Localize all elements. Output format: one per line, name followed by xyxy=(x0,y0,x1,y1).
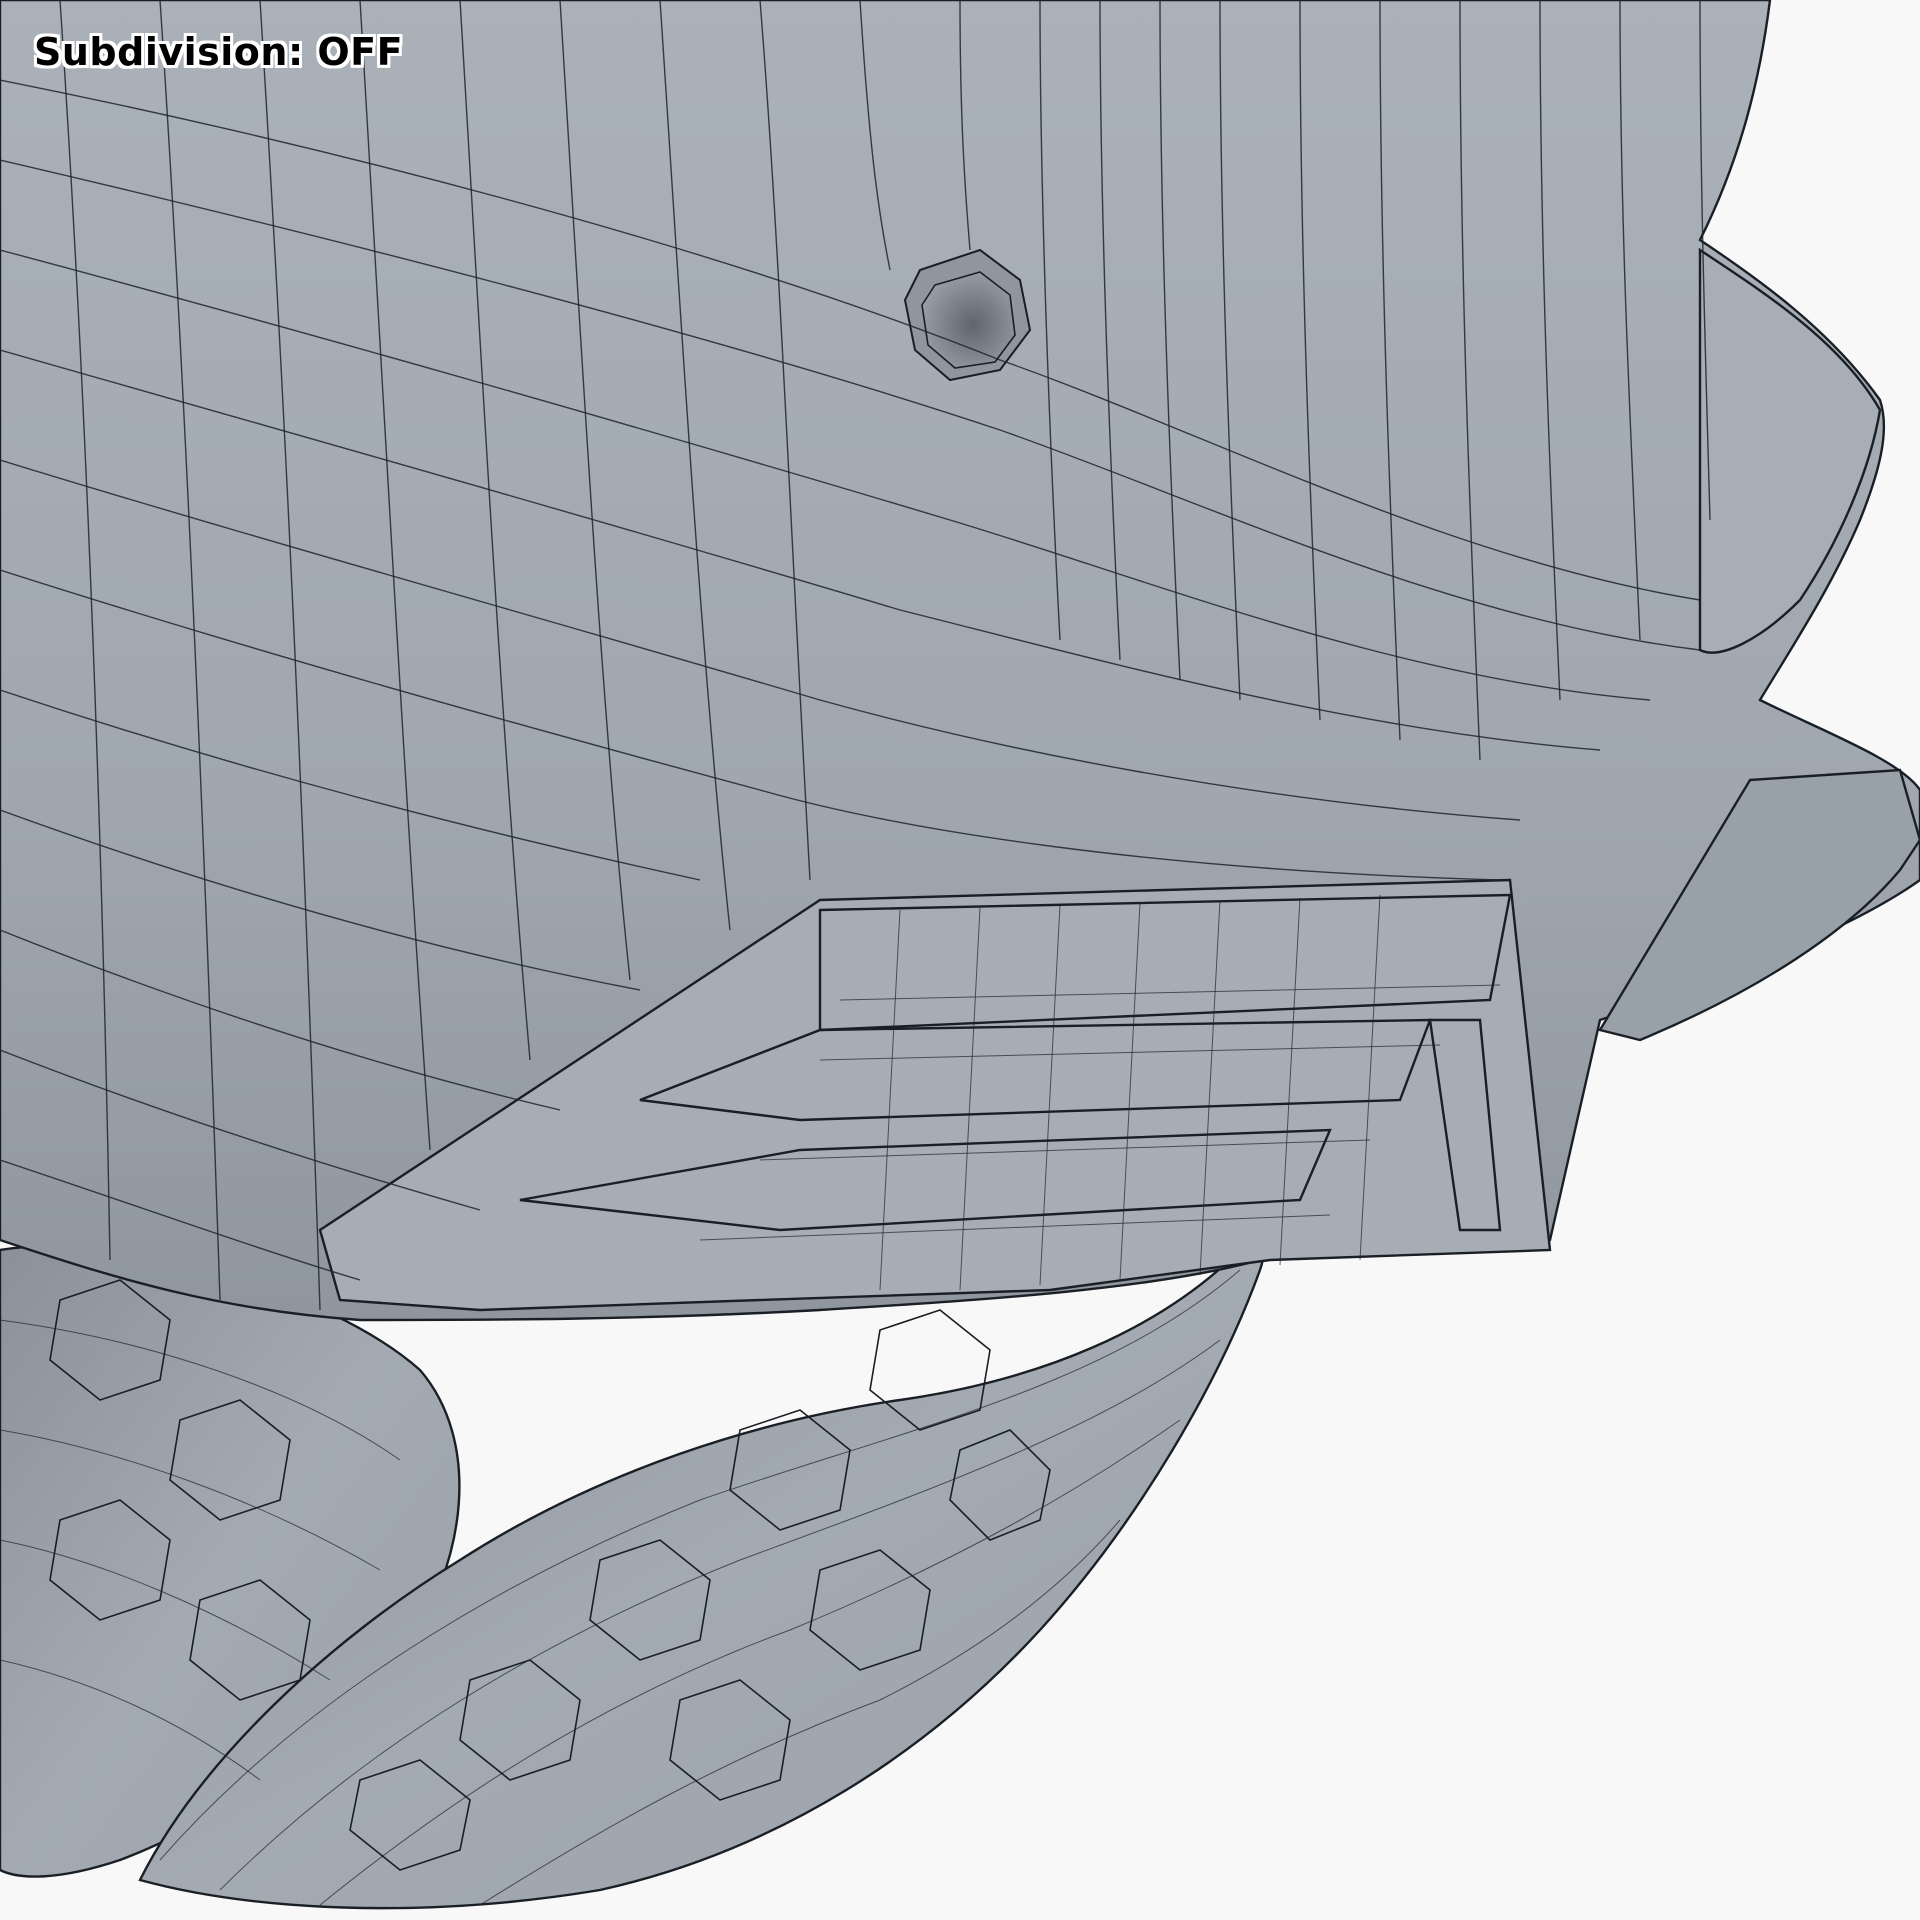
lower-lobe-left xyxy=(0,1238,1266,1910)
wireframe-mesh-render xyxy=(0,0,1920,1910)
viewport: Subdivision: OFF xyxy=(0,0,1920,1920)
subdivision-status-label: Subdivision: OFF xyxy=(34,30,404,74)
